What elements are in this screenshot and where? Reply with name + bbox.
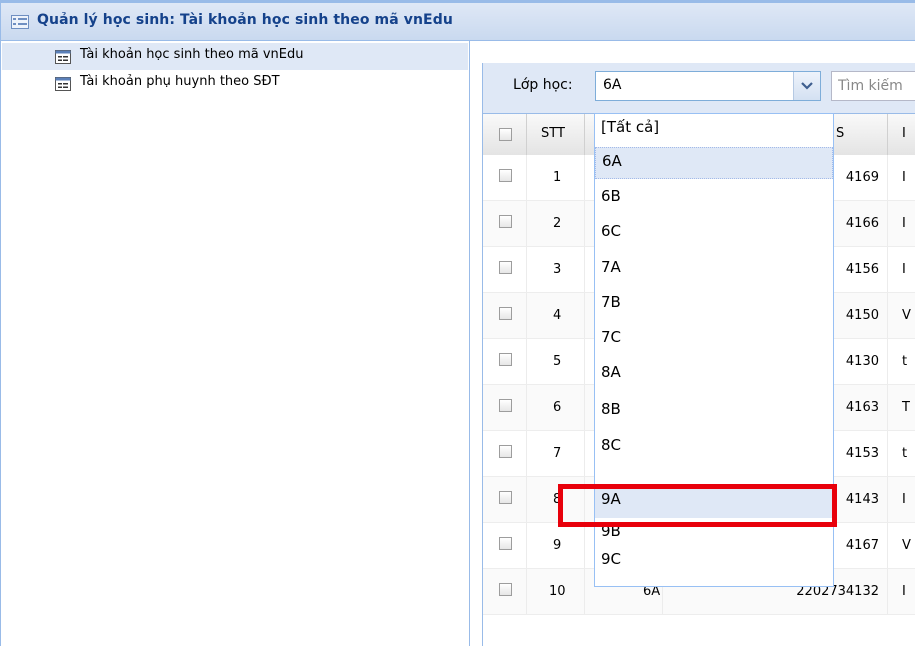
select-all-checkbox[interactable] bbox=[499, 128, 512, 141]
row-checkbox[interactable] bbox=[499, 169, 512, 182]
row-checkbox[interactable] bbox=[499, 307, 512, 320]
column-header-stt[interactable]: STT bbox=[527, 114, 585, 155]
row-id: 4169 bbox=[845, 170, 879, 185]
row-checkbox[interactable] bbox=[499, 583, 512, 596]
row-checkbox[interactable] bbox=[499, 491, 512, 504]
highlight-annotation-box bbox=[558, 484, 837, 527]
row-name: I bbox=[902, 216, 906, 231]
dropdown-option-8b[interactable]: 8B bbox=[595, 396, 833, 428]
dropdown-option-6b[interactable]: 6B bbox=[595, 183, 833, 215]
dropdown-option-7a[interactable]: 7A bbox=[595, 254, 833, 286]
row-stt: 9 bbox=[553, 538, 562, 553]
row-stt: 10 bbox=[549, 584, 566, 599]
dropdown-option-7b[interactable]: 7B bbox=[595, 289, 833, 321]
dropdown-option-6a[interactable]: 6A bbox=[595, 147, 833, 179]
select-all-column bbox=[483, 114, 527, 155]
sidebar: Tài khoản học sinh theo mã vnEdu Tài kho… bbox=[0, 41, 470, 646]
panel-header: Quản lý học sinh: Tài khoản học sinh the… bbox=[0, 3, 915, 41]
row-stt: 5 bbox=[553, 354, 562, 369]
row-stt: 3 bbox=[553, 262, 562, 277]
dropdown-option-9c[interactable]: 9C bbox=[595, 546, 833, 578]
panel-title: Quản lý học sinh: Tài khoản học sinh the… bbox=[37, 12, 453, 28]
row-checkbox[interactable] bbox=[499, 537, 512, 550]
row-id: 4130 bbox=[845, 354, 879, 369]
search-box[interactable] bbox=[831, 71, 915, 101]
class-select[interactable]: 6A bbox=[595, 71, 821, 101]
row-name: t bbox=[902, 446, 908, 461]
dropdown-option-8c[interactable]: 8C bbox=[595, 432, 833, 464]
sidebar-item-parent-accounts[interactable]: Tài khoản phụ huynh theo SĐT bbox=[2, 70, 468, 97]
row-checkbox[interactable] bbox=[499, 261, 512, 274]
toolbar: Lớp học: 6A bbox=[483, 63, 915, 114]
chevron-down-icon[interactable] bbox=[793, 72, 820, 100]
column-header-name[interactable]: I bbox=[888, 114, 915, 155]
row-stt: 4 bbox=[553, 308, 562, 323]
form-icon bbox=[55, 50, 71, 68]
row-name: I bbox=[902, 492, 906, 507]
dropdown-option-6c[interactable]: 6C bbox=[595, 218, 833, 250]
row-name: I bbox=[902, 584, 906, 599]
row-stt: 6 bbox=[553, 400, 562, 415]
dropdown-option-7c[interactable]: 7C bbox=[595, 324, 833, 356]
dropdown-option-8a[interactable]: 8A bbox=[595, 359, 833, 391]
row-checkbox[interactable] bbox=[499, 445, 512, 458]
row-stt: 2 bbox=[553, 216, 562, 231]
row-name: t bbox=[902, 354, 908, 369]
class-filter-label: Lớp học: bbox=[513, 77, 573, 93]
row-checkbox[interactable] bbox=[499, 399, 512, 412]
form-icon bbox=[55, 77, 71, 95]
row-id: 4150 bbox=[845, 308, 879, 323]
row-stt: 1 bbox=[553, 170, 562, 185]
dropdown-option-all[interactable]: [Tất cả] bbox=[595, 114, 833, 146]
sidebar-item-student-accounts[interactable]: Tài khoản học sinh theo mã vnEdu bbox=[2, 43, 468, 70]
row-name: T bbox=[902, 400, 910, 415]
row-id: 4166 bbox=[845, 216, 879, 231]
panel-list-icon bbox=[11, 15, 29, 33]
row-stt: 7 bbox=[553, 446, 562, 461]
row-checkbox[interactable] bbox=[499, 215, 512, 228]
row-name: V bbox=[902, 308, 911, 323]
row-name: V bbox=[902, 538, 911, 553]
sidebar-item-label: Tài khoản học sinh theo mã vnEdu bbox=[80, 47, 304, 62]
row-id: 4143 bbox=[845, 492, 879, 507]
sidebar-item-label: Tài khoản phụ huynh theo SĐT bbox=[80, 74, 280, 89]
row-name: I bbox=[902, 170, 906, 185]
search-input[interactable] bbox=[832, 72, 915, 100]
row-id: 4167 bbox=[845, 538, 879, 553]
class-select-value: 6A bbox=[603, 77, 622, 93]
row-id: 4163 bbox=[845, 400, 879, 415]
row-name: I bbox=[902, 262, 906, 277]
row-id: 4156 bbox=[845, 262, 879, 277]
row-checkbox[interactable] bbox=[499, 353, 512, 366]
row-id: 4153 bbox=[845, 446, 879, 461]
